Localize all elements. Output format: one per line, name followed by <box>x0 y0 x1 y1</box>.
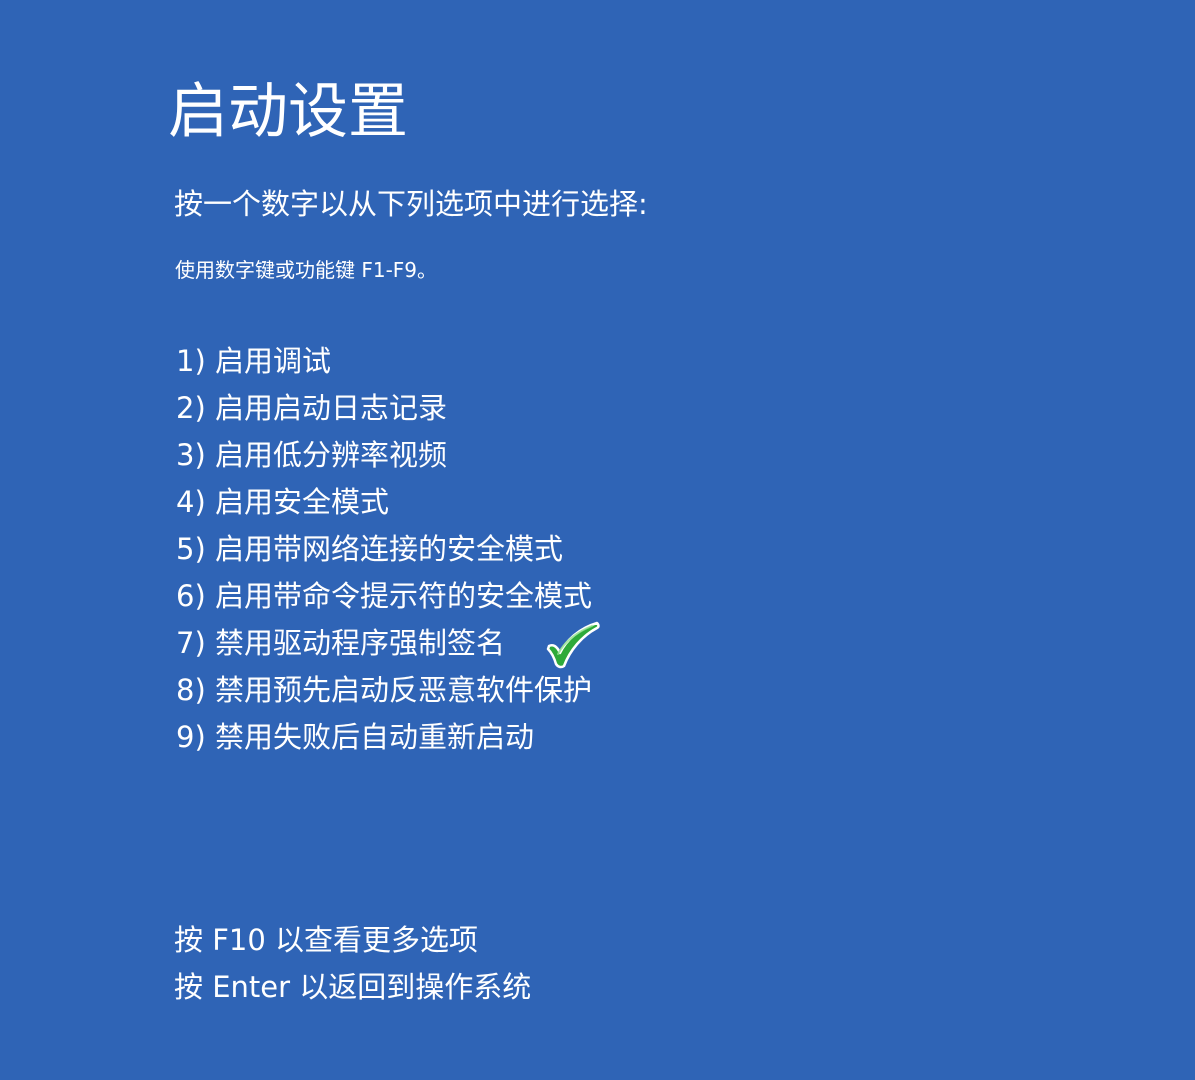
option-enable-safe-mode-command-prompt[interactable]: 6) 启用带命令提示符的安全模式 <box>176 573 592 620</box>
option-disable-early-launch-antimalware[interactable]: 8) 禁用预先启动反恶意软件保护 <box>176 667 592 714</box>
footer-instructions: 按 F10 以查看更多选项 按 Enter 以返回到操作系统 <box>174 917 531 1011</box>
option-enable-safe-mode-networking[interactable]: 5) 启用带网络连接的安全模式 <box>176 526 592 573</box>
page-title: 启动设置 <box>168 77 408 147</box>
key-hint-text: 使用数字键或功能键 F1-F9。 <box>175 258 438 282</box>
startup-options-list: 1) 启用调试 2) 启用启动日志记录 3) 启用低分辨率视频 4) 启用安全模… <box>176 338 592 761</box>
option-enable-boot-logging[interactable]: 2) 启用启动日志记录 <box>176 385 592 432</box>
green-checkmark-icon <box>546 621 600 669</box>
more-options-prompt[interactable]: 按 F10 以查看更多选项 <box>174 917 531 964</box>
return-to-os-prompt[interactable]: 按 Enter 以返回到操作系统 <box>174 964 531 1011</box>
option-disable-driver-signature-enforcement[interactable]: 7) 禁用驱动程序强制签名 <box>176 620 592 667</box>
option-disable-auto-restart-on-failure[interactable]: 9) 禁用失败后自动重新启动 <box>176 714 592 761</box>
option-enable-safe-mode[interactable]: 4) 启用安全模式 <box>176 479 592 526</box>
instruction-text: 按一个数字以从下列选项中进行选择: <box>174 187 648 221</box>
option-enable-debugging[interactable]: 1) 启用调试 <box>176 338 592 385</box>
option-enable-low-resolution-video[interactable]: 3) 启用低分辨率视频 <box>176 432 592 479</box>
